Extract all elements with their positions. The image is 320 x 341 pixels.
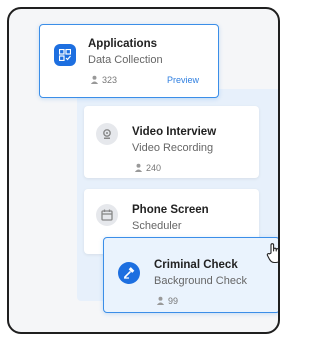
video-interview-title: Video Interview: [132, 126, 217, 138]
camera-icon: [96, 123, 118, 145]
gavel-icon: [118, 262, 140, 284]
video-interview-count: 240: [146, 163, 162, 173]
video-interview-card[interactable]: Video Interview Video Recording 240: [84, 106, 259, 178]
applications-title: Applications: [88, 38, 158, 50]
form-grid-icon: [54, 44, 76, 66]
criminal-check-count: 99: [168, 296, 179, 306]
person-icon: [90, 75, 99, 84]
criminal-check-subtitle: Background Check: [154, 275, 247, 287]
calendar-icon: [96, 204, 118, 226]
person-icon: [134, 163, 143, 172]
applications-subtitle: Data Collection: [88, 54, 163, 66]
phone-screen-title: Phone Screen: [132, 204, 209, 216]
phone-screen-subtitle: Scheduler: [132, 220, 182, 232]
person-icon: [156, 296, 165, 305]
video-interview-subtitle: Video Recording: [132, 142, 214, 154]
applications-count: 323: [102, 75, 118, 85]
hand-cursor-icon: [266, 243, 278, 264]
criminal-check-title: Criminal Check: [154, 259, 238, 271]
criminal-check-card[interactable]: Criminal Check Background Check 99: [103, 237, 278, 313]
preview-link[interactable]: Preview: [167, 75, 199, 85]
applications-card[interactable]: Applications Data Collection 323 Preview: [39, 24, 219, 98]
workflow-frame: Applications Data Collection 323 Preview…: [7, 7, 280, 334]
